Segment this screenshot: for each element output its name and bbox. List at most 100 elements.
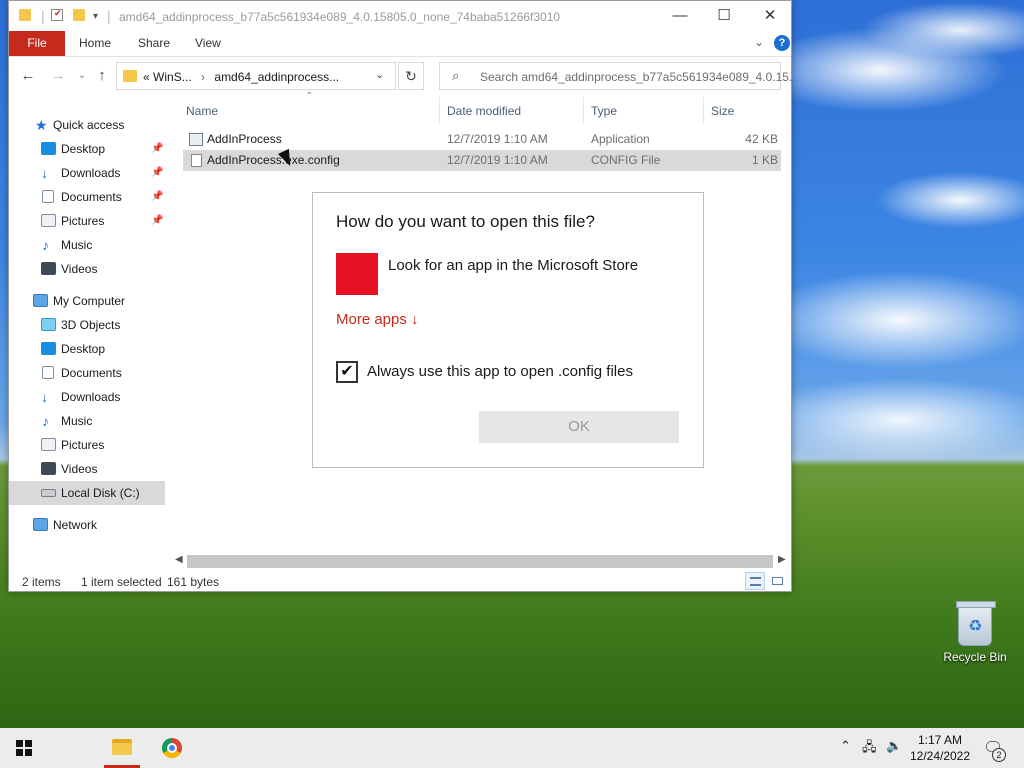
tab-share[interactable]: Share — [126, 31, 182, 56]
sidebar-item-label: Pictures — [61, 438, 105, 452]
pin-icon[interactable]: 📌 — [151, 161, 163, 185]
sidebar-item-desktop-pc[interactable]: Desktop — [9, 337, 165, 361]
tab-home[interactable]: Home — [67, 31, 123, 56]
taskbar: ⌕ ⌃ 🖧 🔈 1:17 AM 12/24/2022 🗨 2 — [0, 728, 1024, 768]
sidebar-item-downloads-pc[interactable]: ↓ Downloads — [9, 385, 165, 409]
minimize-button[interactable]: — — [657, 1, 703, 31]
customize-dropdown-icon[interactable]: ▾ — [93, 11, 98, 22]
breadcrumb-overflow[interactable]: « — [143, 70, 150, 84]
documents-icon — [42, 366, 54, 379]
window-title: amd64_addinprocess_b77a5c561934e089_4.0.… — [119, 10, 561, 24]
sidebar-item-pictures[interactable]: Pictures 📌 — [9, 209, 165, 233]
recent-locations-icon[interactable]: ⌄ — [71, 65, 93, 87]
column-divider[interactable] — [703, 97, 704, 123]
file-size: 42 KB — [745, 132, 778, 146]
sidebar-item-label: Music — [61, 414, 93, 428]
pin-icon[interactable]: 📌 — [151, 185, 163, 209]
computer-icon — [33, 294, 48, 307]
help-button[interactable]: ? — [774, 35, 790, 51]
sidebar-item-documents[interactable]: Documents 📌 — [9, 185, 165, 209]
more-apps-link[interactable]: More apps ↓ — [336, 311, 419, 328]
sidebar-item-pictures-pc[interactable]: Pictures — [9, 433, 165, 457]
download-icon: ↓ — [41, 165, 48, 181]
3d-objects-icon — [41, 318, 56, 331]
scroll-left-arrow[interactable]: ◀ — [175, 554, 183, 565]
pin-icon[interactable]: 📌 — [151, 137, 163, 161]
sidebar-item-videos-pc[interactable]: Videos — [9, 457, 165, 481]
breadcrumb-current[interactable]: amd64_addinprocess... — [214, 70, 339, 84]
details-view-button[interactable] — [745, 572, 765, 590]
tab-view[interactable]: View — [183, 31, 233, 56]
scroll-right-arrow[interactable]: ▶ — [778, 554, 786, 565]
forward-button[interactable]: → — [47, 65, 69, 87]
videos-icon — [41, 262, 56, 275]
sidebar-item-documents-pc[interactable]: Documents — [9, 361, 165, 385]
column-header-type[interactable]: Type — [591, 104, 617, 118]
close-button[interactable]: ✕ — [747, 1, 793, 31]
new-folder-icon[interactable] — [73, 8, 85, 24]
application-icon — [189, 133, 203, 146]
file-type: CONFIG File — [591, 153, 661, 167]
start-button[interactable] — [0, 728, 48, 768]
taskbar-chrome[interactable] — [150, 728, 198, 768]
column-header-name[interactable]: Name — [186, 104, 218, 118]
column-divider[interactable] — [439, 97, 440, 123]
up-button[interactable]: ↑ — [91, 65, 113, 87]
ok-button[interactable]: OK — [479, 411, 679, 443]
sidebar-item-local-disk[interactable]: Local Disk (C:) — [9, 481, 165, 505]
pin-icon[interactable]: 📌 — [151, 209, 163, 233]
breadcrumb-parent[interactable]: WinS... — [153, 70, 192, 84]
sidebar-item-downloads[interactable]: ↓ Downloads 📌 — [9, 161, 165, 185]
sidebar-item-label: Documents — [61, 366, 122, 380]
sidebar-item-label: Downloads — [61, 166, 121, 180]
refresh-button[interactable]: ↻ — [398, 62, 424, 90]
network-status-icon[interactable]: 🖧 — [862, 738, 877, 760]
sidebar-item-desktop[interactable]: Desktop 📌 — [9, 137, 165, 161]
always-use-row[interactable]: ✔ Always use this app to open .config fi… — [336, 361, 676, 385]
search-input[interactable]: ⌕ Search amd64_addinprocess_b77a5c561934… — [439, 62, 799, 90]
show-hidden-icons-chevron-icon[interactable]: ⌃ — [840, 738, 851, 754]
file-row-addinprocess[interactable]: AddInProcess 12/7/2019 1:10 AM Applicati… — [183, 129, 781, 150]
tab-file[interactable]: File — [9, 31, 65, 56]
store-app-option[interactable]: Look for an app in the Microsoft Store — [336, 253, 676, 297]
address-bar[interactable]: « WinS... › amd64_addinprocess... ⌄ — [116, 62, 396, 90]
sidebar-item-network[interactable]: Network — [9, 513, 165, 537]
taskbar-file-explorer[interactable] — [102, 728, 150, 768]
horizontal-scrollbar[interactable]: ◀ ▶ — [173, 553, 789, 570]
large-icons-view-button[interactable] — [767, 572, 787, 590]
column-header-size[interactable]: Size — [711, 104, 734, 118]
taskbar-search-button[interactable]: ⌕ — [48, 728, 122, 768]
selection-count: 1 item selected — [81, 575, 162, 589]
file-row-addinprocess-config[interactable]: AddInProcess.exe.config 12/7/2019 1:10 A… — [183, 150, 781, 171]
properties-icon[interactable]: ✔ — [51, 8, 63, 24]
sidebar-item-label: Network — [53, 518, 98, 532]
sidebar-item-quick-access[interactable]: ★ Quick access — [9, 113, 165, 137]
always-use-checkbox[interactable]: ✔ — [336, 361, 358, 383]
sidebar-item-music[interactable]: ♪ Music — [9, 233, 165, 257]
recycle-bin[interactable]: ♻ Recycle Bin — [940, 600, 1010, 664]
volume-icon[interactable]: 🔈 — [886, 738, 902, 754]
address-dropdown-icon[interactable]: ⌄ — [375, 68, 384, 81]
documents-icon — [42, 190, 54, 203]
clock[interactable]: 1:17 AM 12/24/2022 — [908, 732, 972, 764]
sidebar-item-label: Desktop — [61, 142, 106, 156]
file-name: AddInProcess.exe.config — [207, 153, 340, 167]
sidebar-item-music-pc[interactable]: ♪ Music — [9, 409, 165, 433]
column-divider[interactable] — [583, 97, 584, 123]
column-header-date[interactable]: Date modified — [447, 104, 521, 118]
sidebar-item-my-computer[interactable]: My Computer — [9, 289, 165, 313]
column-headers: ⌃ Name Date modified Type Size — [183, 91, 789, 127]
title-bar[interactable]: | ✔ ▾ | amd64_addinprocess_b77a5c561934e… — [9, 1, 791, 31]
microsoft-store-icon — [336, 253, 378, 295]
sidebar-item-3d-objects[interactable]: 3D Objects — [9, 313, 165, 337]
scrollbar-thumb[interactable] — [187, 555, 773, 568]
pictures-icon — [41, 214, 56, 227]
maximize-button[interactable]: ☐ — [701, 1, 747, 31]
back-button[interactable]: ← — [17, 65, 39, 87]
expand-ribbon-icon[interactable]: ⌄ — [754, 35, 764, 49]
sidebar-item-videos[interactable]: Videos — [9, 257, 165, 281]
music-icon: ♪ — [42, 413, 49, 429]
sidebar-item-label: 3D Objects — [61, 318, 121, 332]
file-explorer-icon — [112, 739, 132, 755]
recycle-bin-icon: ♻ — [956, 601, 996, 646]
